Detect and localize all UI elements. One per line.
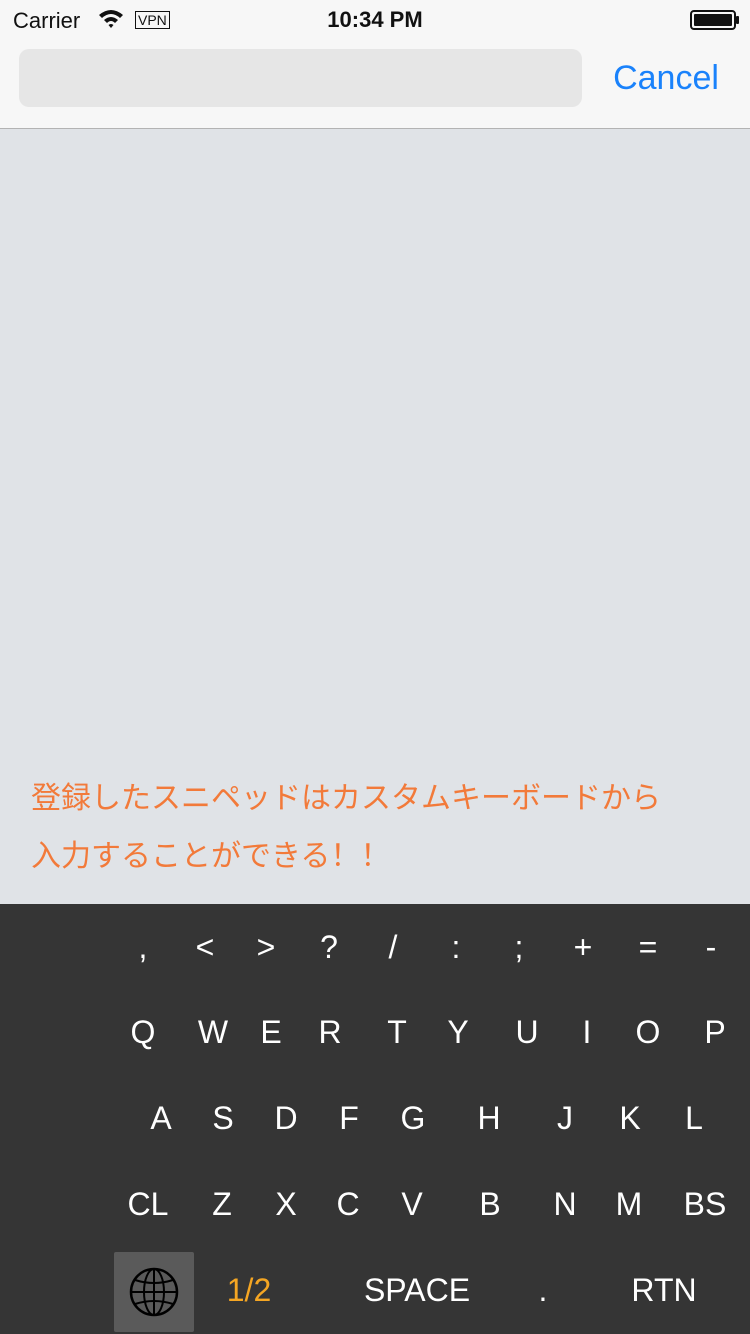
key-clear[interactable]: CL [118,1174,178,1234]
key-space[interactable]: SPACE [347,1260,487,1320]
key-i[interactable]: I [557,1002,617,1062]
key-n[interactable]: N [535,1174,595,1234]
key-semicolon[interactable]: ; [489,917,549,977]
status-bar: Carrier VPN 10:34 PM [0,0,750,40]
key-comma[interactable]: , [113,917,173,977]
key-backspace[interactable]: BS [675,1174,735,1234]
key-greater-than[interactable]: > [236,917,296,977]
key-m[interactable]: M [599,1174,659,1234]
info-message-line-2: 入力することができる！！ [31,839,391,874]
key-f[interactable]: F [319,1088,379,1148]
key-v[interactable]: V [382,1174,442,1234]
key-less-than[interactable]: < [175,917,235,977]
key-c[interactable]: C [318,1174,378,1234]
key-y[interactable]: Y [428,1002,488,1062]
key-question[interactable]: ? [299,917,359,977]
key-g[interactable]: G [383,1088,443,1148]
key-u[interactable]: U [497,1002,557,1062]
key-w[interactable]: W [183,1002,243,1062]
key-a[interactable]: A [131,1088,191,1148]
key-q[interactable]: Q [113,1002,173,1062]
key-r[interactable]: R [300,1002,360,1062]
key-b[interactable]: B [460,1174,520,1234]
key-s[interactable]: S [193,1088,253,1148]
key-return[interactable]: RTN [594,1260,734,1320]
info-message-line-1: 登録したスニペッドはカスタムキーボードから [31,781,661,816]
cancel-button[interactable]: Cancel [600,56,732,100]
key-minus[interactable]: - [681,917,741,977]
globe-icon [129,1267,179,1317]
key-e[interactable]: E [241,1002,301,1062]
key-x[interactable]: X [256,1174,316,1234]
search-input[interactable] [19,49,582,107]
key-z[interactable]: Z [192,1174,252,1234]
navigation-bar: Carrier VPN 10:34 PM Cancel [0,0,750,129]
battery-icon [690,10,739,30]
key-d[interactable]: D [256,1088,316,1148]
status-time: 10:34 PM [327,7,423,32]
key-plus[interactable]: + [553,917,613,977]
page-indicator-key[interactable]: 1/2 [179,1260,319,1320]
key-slash[interactable]: / [363,917,423,977]
custom-keyboard: , < > ? / : ; + = - Q W E R T Y U I O P … [0,904,750,1334]
key-k[interactable]: K [600,1088,660,1148]
key-t[interactable]: T [367,1002,427,1062]
key-colon[interactable]: : [426,917,486,977]
key-p[interactable]: P [685,1002,745,1062]
key-l[interactable]: L [664,1088,724,1148]
key-h[interactable]: H [459,1088,519,1148]
key-j[interactable]: J [535,1088,595,1148]
info-message: 登録したスニペッドはカスタムキーボードから 入力することができる！！ [31,770,721,886]
key-period[interactable]: . [513,1260,573,1320]
key-o[interactable]: O [618,1002,678,1062]
key-equals[interactable]: = [618,917,678,977]
